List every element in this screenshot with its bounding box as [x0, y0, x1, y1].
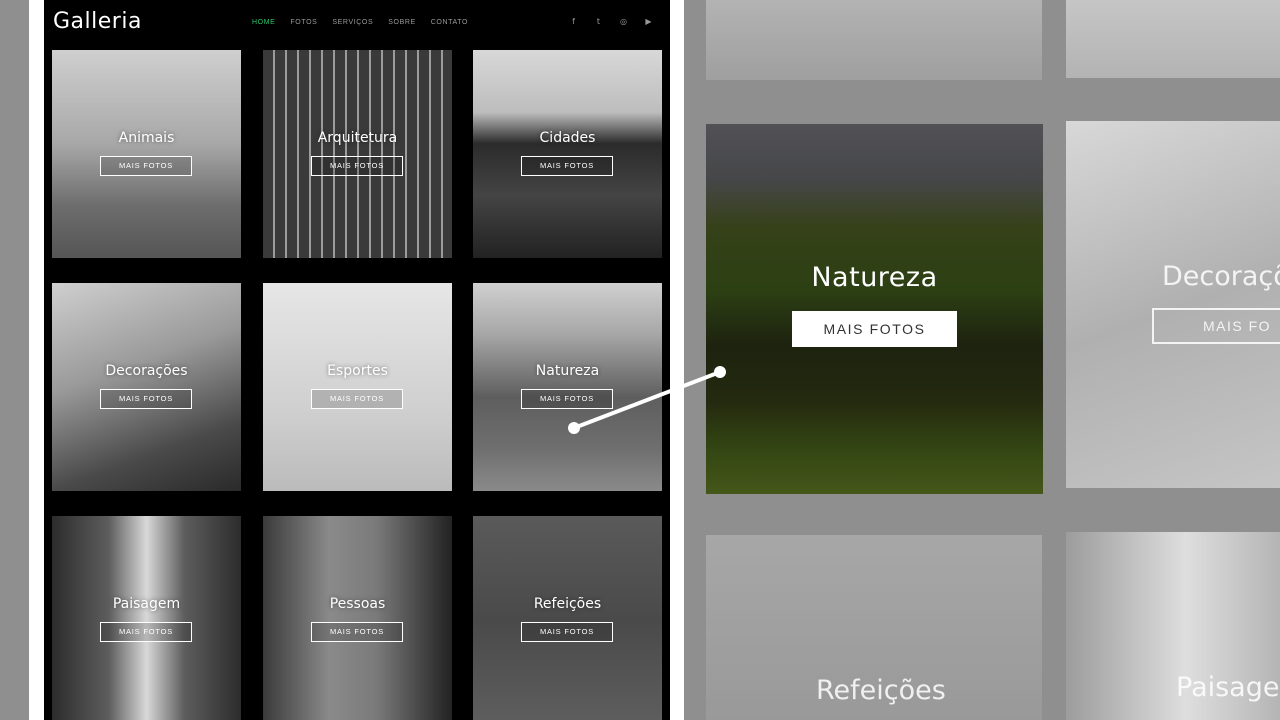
tile-photo: [473, 283, 662, 491]
nav-links: HOME FOTOS SERVIÇOS SOBRE CONTATO: [252, 19, 468, 26]
youtube-icon[interactable]: ▶: [643, 16, 654, 27]
site-logo[interactable]: Galleria: [53, 9, 142, 34]
mais-fotos-button[interactable]: MAIS FOTOS: [311, 156, 403, 176]
zoom-title: Natureza: [811, 262, 938, 293]
tile-photo: [263, 516, 452, 720]
tile-arquitetura[interactable]: Arquitetura MAIS FOTOS: [263, 50, 452, 258]
tile-title: Arquitetura: [317, 130, 398, 146]
tile-photo: [52, 516, 241, 720]
ghost-title: Paisagem: [1176, 672, 1280, 703]
tile-photo: [263, 50, 452, 258]
zoom-mais-fotos-button[interactable]: MAIS FOTOS: [792, 311, 957, 347]
tile-pessoas[interactable]: Pessoas MAIS FOTOS: [263, 516, 452, 720]
mais-fotos-button[interactable]: MAIS FOTOS: [521, 622, 613, 642]
tile-decoracoes[interactable]: Decorações MAIS FOTOS: [52, 283, 241, 491]
mais-fotos-button[interactable]: MAIS FOTOS: [100, 622, 192, 642]
nav-contato[interactable]: CONTATO: [431, 19, 468, 26]
ghost-tile-decoracoes: Decoraçõ MAIS FO: [1066, 121, 1280, 488]
nav-servicos[interactable]: SERVIÇOS: [332, 19, 373, 26]
mais-fotos-button[interactable]: MAIS FOTOS: [311, 622, 403, 642]
tile-title: Refeições: [533, 596, 602, 612]
tile-title: Cidades: [539, 130, 596, 146]
nav-sobre[interactable]: SOBRE: [388, 19, 416, 26]
tile-natureza[interactable]: Natureza MAIS FOTOS: [473, 283, 662, 491]
zoom-view: Decoraçõ MAIS FO Refeições Paisagem Natu…: [684, 0, 1280, 720]
mais-fotos-button[interactable]: MAIS FOTOS: [521, 389, 613, 409]
mais-fotos-button[interactable]: MAIS FOTOS: [311, 389, 403, 409]
tile-animais[interactable]: Animais MAIS FOTOS: [52, 50, 241, 258]
nav-fotos[interactable]: FOTOS: [290, 19, 317, 26]
tile-title: Paisagem: [112, 596, 181, 612]
tile-paisagem[interactable]: Paisagem MAIS FOTOS: [52, 516, 241, 720]
tile-title: Natureza: [535, 363, 600, 379]
ghost-button: MAIS FO: [1152, 308, 1280, 344]
ghost-tile-paisagem: Paisagem: [1066, 532, 1280, 720]
mais-fotos-button[interactable]: MAIS FOTOS: [100, 156, 192, 176]
tile-title: Esportes: [327, 363, 388, 379]
zoom-card-natureza[interactable]: Natureza MAIS FOTOS: [706, 124, 1043, 494]
ghost-tile-refeicoes: Refeições: [706, 535, 1042, 720]
tile-photo: [52, 50, 241, 258]
ghost-title: Decoraçõ: [1162, 261, 1280, 292]
tile-photo: [52, 283, 241, 491]
gallery-grid: Animais MAIS FOTOS Arquitetura MAIS FOTO…: [52, 50, 662, 720]
tile-cidades[interactable]: Cidades MAIS FOTOS: [473, 50, 662, 258]
ghost-title: Refeições: [816, 675, 946, 706]
galleria-site: Galleria HOME FOTOS SERVIÇOS SOBRE CONTA…: [44, 0, 670, 720]
instagram-icon[interactable]: ◎: [618, 16, 629, 27]
twitter-icon[interactable]: t: [593, 16, 604, 27]
mais-fotos-button[interactable]: MAIS FOTOS: [100, 389, 192, 409]
ghost-tile-cidades: [706, 0, 1042, 80]
tile-photo: [473, 516, 662, 720]
nav-home[interactable]: HOME: [252, 19, 275, 26]
tile-photo: [473, 50, 662, 258]
tile-esportes[interactable]: Esportes MAIS FOTOS: [263, 283, 452, 491]
social-links: f t ◎ ▶: [568, 16, 654, 27]
facebook-icon[interactable]: f: [568, 16, 579, 27]
tile-photo: [263, 283, 452, 491]
navbar: Galleria HOME FOTOS SERVIÇOS SOBRE CONTA…: [44, 0, 670, 50]
ghost-tile-top-right: [1066, 0, 1280, 78]
tile-title: Decorações: [105, 363, 188, 379]
tile-title: Pessoas: [329, 596, 386, 612]
tile-title: Animais: [118, 130, 175, 146]
tile-refeicoes[interactable]: Refeições MAIS FOTOS: [473, 516, 662, 720]
mais-fotos-button[interactable]: MAIS FOTOS: [521, 156, 613, 176]
